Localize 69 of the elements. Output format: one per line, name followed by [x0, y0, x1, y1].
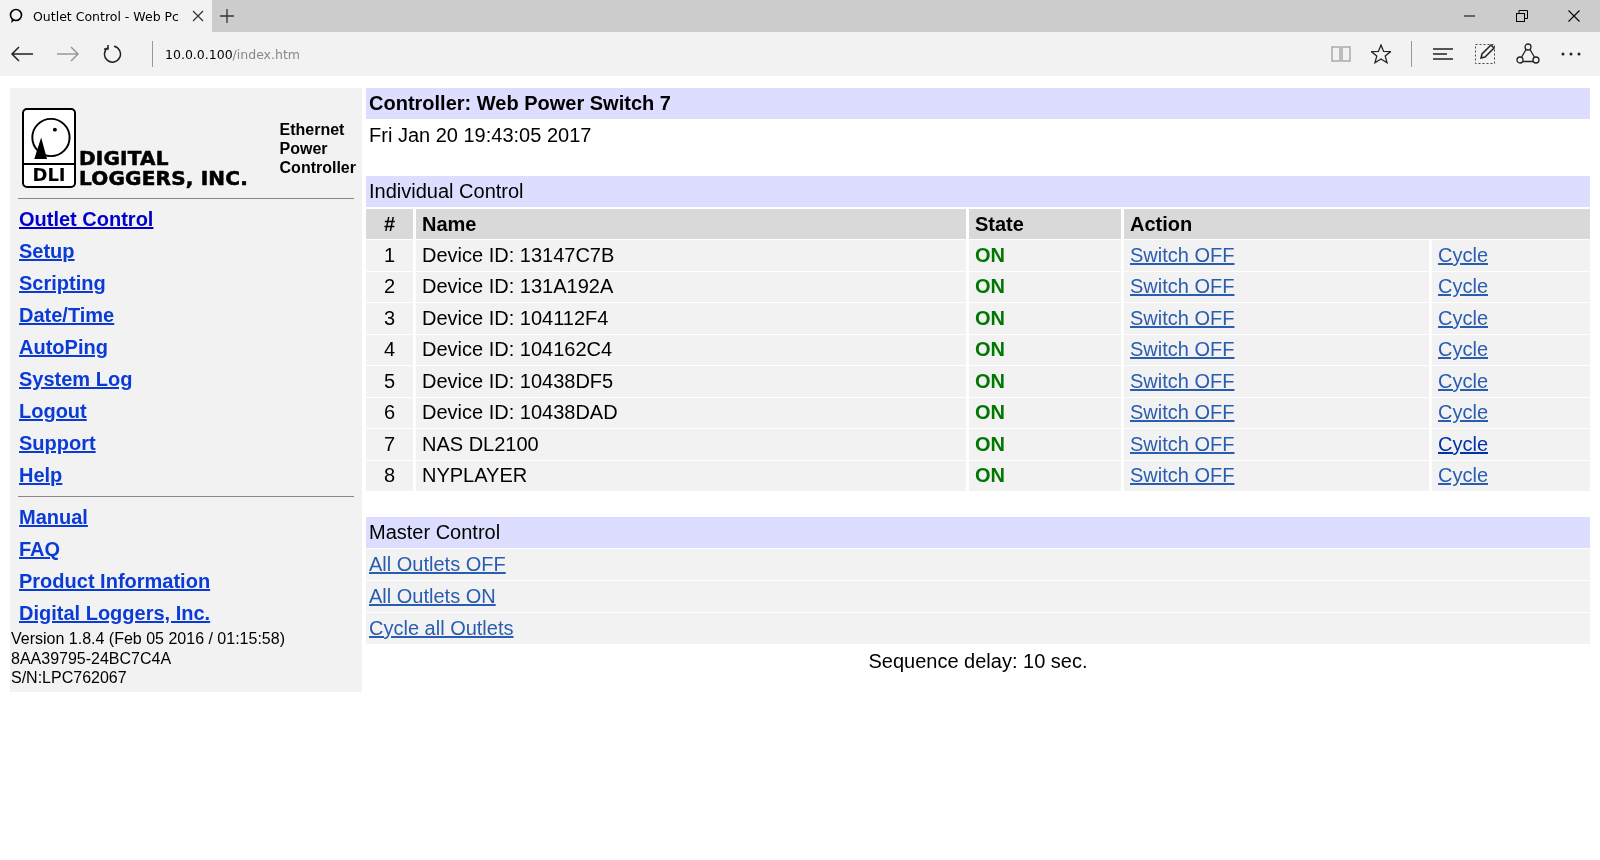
- version-text: Version 1.8.4 (Feb 05 2016 / 01:15:58): [11, 629, 286, 649]
- date-time-text: Fri Jan 20 19:43:05 2017: [369, 124, 592, 147]
- nav-link[interactable]: Help: [19, 463, 63, 487]
- nav-link[interactable]: Scripting: [19, 271, 106, 295]
- outlet-name: Device ID: 104162C4: [416, 333, 966, 365]
- outlet-name: Device ID: 104112F4: [416, 302, 966, 334]
- outlet-state: ON: [975, 369, 1005, 393]
- outlet-state: ON: [975, 338, 1005, 362]
- note-pen-icon[interactable]: [1474, 43, 1496, 65]
- nav-link[interactable]: Logout: [19, 399, 87, 423]
- resource-link[interactable]: Product Information: [19, 569, 211, 593]
- close-icon[interactable]: [1568, 10, 1580, 22]
- outlet-number: 2: [366, 270, 413, 302]
- controller-title: Controller: Web Power Switch 7: [366, 88, 1590, 119]
- outlet-name: Device ID: 13147C7B: [416, 239, 966, 271]
- section-header: Master Control: [366, 517, 1590, 548]
- outlet-name: NAS DL2100: [416, 428, 966, 460]
- page-icon: [8, 8, 24, 24]
- nav-link[interactable]: Outlet Control: [19, 207, 154, 231]
- refresh-icon[interactable]: [102, 44, 122, 64]
- product-tagline: Ethernet Power Controller: [279, 119, 356, 177]
- outlet-name: Device ID: 131A192A: [416, 270, 966, 302]
- nav-link[interactable]: AutoPing: [19, 335, 108, 359]
- favorite-star-icon[interactable]: [1371, 44, 1391, 64]
- outlet-state: ON: [975, 464, 1005, 488]
- share-icon[interactable]: [1516, 43, 1540, 65]
- outlet-number: 6: [366, 396, 413, 428]
- outlet-state: ON: [975, 401, 1005, 425]
- outlet-state: ON: [975, 306, 1005, 330]
- outlet-name: NYPLAYER: [416, 459, 966, 491]
- outlet-state: ON: [975, 243, 1005, 267]
- version-text: 8AA39795-24BC7C4A: [11, 648, 173, 668]
- outlet-number: 5: [366, 365, 413, 397]
- outlet-number: 7: [366, 428, 413, 460]
- master-control-link[interactable]: Cycle all Outlets: [369, 617, 514, 640]
- column-header: #: [366, 208, 413, 239]
- resource-link[interactable]: Manual: [19, 505, 88, 529]
- master-control-link[interactable]: All Outlets OFF: [369, 553, 506, 576]
- outlet-number: 3: [366, 302, 413, 334]
- restore-icon[interactable]: [1516, 10, 1528, 22]
- column-header: Name: [416, 208, 966, 239]
- outlet-number: 1: [366, 239, 413, 271]
- hub-icon[interactable]: [1432, 47, 1454, 61]
- close-icon: [192, 10, 204, 22]
- nav-link[interactable]: Date/Time: [19, 303, 115, 327]
- outlet-name: Device ID: 10438DF5: [416, 365, 966, 397]
- close-tab-button[interactable]: [192, 10, 204, 22]
- browser-tab[interactable]: Outlet Control - Web Pc: [0, 0, 212, 32]
- version-text: S/N:LPC762067: [11, 668, 128, 688]
- nav-link[interactable]: System Log: [19, 367, 133, 391]
- outlet-number: 4: [366, 333, 413, 365]
- forward-icon[interactable]: [56, 45, 80, 63]
- master-control-link[interactable]: All Outlets ON: [369, 585, 496, 608]
- new-tab-icon[interactable]: [220, 9, 234, 23]
- back-icon[interactable]: [10, 45, 34, 63]
- nav-link[interactable]: Setup: [19, 239, 75, 263]
- column-header: Action: [1124, 208, 1590, 239]
- section-header: Individual Control: [366, 176, 1590, 207]
- sequence-delay-text: Sequence delay: 10 sec.: [868, 650, 1088, 672]
- nav-link[interactable]: Support: [19, 431, 96, 455]
- address-field[interactable]: 10.0.0.100/index.htm: [165, 46, 300, 62]
- resource-link[interactable]: FAQ: [19, 537, 61, 561]
- resource-link[interactable]: Digital Loggers, Inc.: [19, 601, 211, 625]
- outlet-number: 8: [366, 459, 413, 491]
- outlet-state: ON: [975, 432, 1005, 456]
- outlet-name: Device ID: 10438DAD: [416, 396, 966, 428]
- outlet-state: ON: [975, 275, 1005, 299]
- column-header: State: [969, 208, 1121, 239]
- more-icon[interactable]: [1560, 51, 1582, 57]
